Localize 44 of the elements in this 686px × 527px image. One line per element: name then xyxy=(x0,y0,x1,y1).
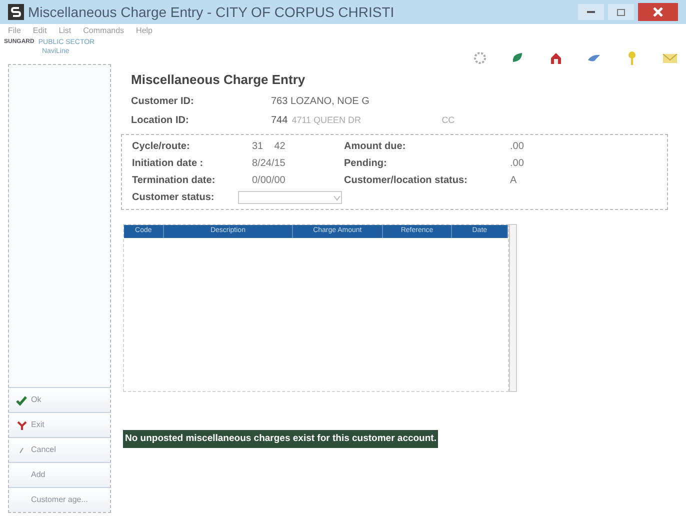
field-value: A xyxy=(510,174,517,188)
maximize-icon xyxy=(617,8,625,16)
menu-item[interactable]: Edit xyxy=(32,25,47,37)
status-message: No unposted miscellaneous charges exist for this customer account. xyxy=(123,430,438,448)
sidebar-button[interactable]: Customer age... xyxy=(9,487,110,512)
field-value: CC xyxy=(442,114,455,127)
field-value: 763 LOZANO, NOE G xyxy=(271,95,370,109)
menu-item[interactable]: Commands xyxy=(83,25,124,37)
field-value: 8/24/15 xyxy=(252,157,286,171)
field-value: .00 xyxy=(510,140,524,154)
menu-item[interactable]: List xyxy=(58,25,72,37)
minimize-button[interactable] xyxy=(578,4,604,20)
field-label: Termination date: xyxy=(132,174,216,188)
scrollbar[interactable] xyxy=(509,224,517,392)
field-label: Customer/location status: xyxy=(344,174,468,188)
close-icon xyxy=(653,7,663,17)
field-value: 744 xyxy=(271,114,288,128)
gear-icon[interactable] xyxy=(472,50,488,66)
sidebar-button[interactable]: Ok xyxy=(9,387,110,412)
close-button[interactable] xyxy=(638,3,678,21)
window-title: Miscellaneous Charge Entry - CITY OF CORPUS CHRISTI xyxy=(28,2,394,22)
field-label: Initiation date : xyxy=(132,157,204,171)
y-shaped-icon xyxy=(16,420,27,430)
menu-item[interactable]: Help xyxy=(136,25,152,37)
app-icon xyxy=(8,4,24,20)
field-value: .00 xyxy=(510,157,524,171)
field-label: Cycle/route: xyxy=(132,140,191,154)
field-label: Amount due: xyxy=(344,140,407,154)
sidebar-button[interactable]: Cancel xyxy=(9,437,110,462)
field-value: 31 42 xyxy=(252,140,286,154)
field-value: 4711 QUEEN DR xyxy=(292,114,362,127)
field-label: Location ID: xyxy=(131,114,190,128)
maximize-button[interactable] xyxy=(608,4,634,20)
page-heading: Miscellaneous Charge Entry xyxy=(130,71,306,89)
field-label: Customer status: xyxy=(132,191,216,205)
sidebar-button[interactable]: Add xyxy=(9,462,110,487)
minimize-icon xyxy=(587,11,595,13)
field-label: Pending: xyxy=(344,157,388,171)
check-icon xyxy=(16,394,27,406)
house-icon[interactable] xyxy=(548,50,564,66)
menu-item[interactable]: File xyxy=(8,25,21,37)
field-label: Customer ID: xyxy=(131,95,195,109)
field-value: 0/00/00 xyxy=(252,174,286,188)
sidebar-button[interactable]: Exit xyxy=(9,412,110,437)
